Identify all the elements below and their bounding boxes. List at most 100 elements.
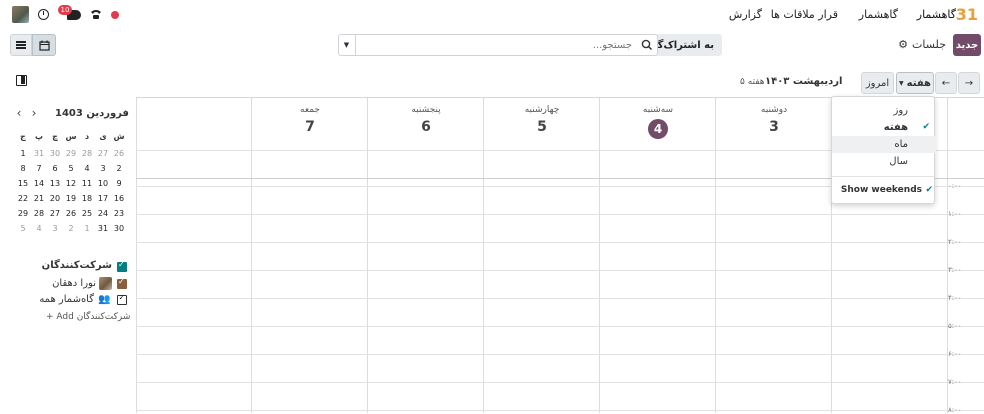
attendee-checkbox[interactable]: ✓	[117, 277, 127, 289]
mini-calendar-day[interactable]: 19	[63, 194, 79, 203]
time-slot-label: ۳:۰۰	[948, 266, 962, 274]
everybody-checkbox[interactable]: ✓	[117, 293, 127, 305]
search-options-toggle[interactable]: ▼	[338, 34, 356, 56]
day-header-name[interactable]: جمعه	[252, 105, 368, 115]
calendar-icon	[38, 40, 50, 51]
nav-item-reporting[interactable]: گزارش	[729, 8, 762, 21]
status-dot-icon	[111, 11, 119, 19]
mini-calendar-day[interactable]: 17	[95, 194, 111, 203]
mini-calendar-day[interactable]: 8	[15, 164, 31, 173]
list-view-button[interactable]	[10, 34, 32, 56]
mini-calendar-prev-button[interactable]: ‹	[13, 106, 25, 120]
day-header-name[interactable]: چهارشنبه	[484, 105, 600, 115]
day-header-name[interactable]: پنجشنبه	[368, 105, 484, 115]
day-header-name[interactable]: سه‌شنبه	[600, 105, 716, 115]
mini-calendar-weekday: ج	[20, 132, 26, 141]
mini-calendar-day[interactable]: 2	[63, 224, 79, 233]
mini-calendar-day[interactable]: 24	[95, 209, 111, 218]
user-avatar[interactable]	[12, 6, 29, 23]
gear-icon[interactable]: ⚙	[898, 38, 908, 51]
mini-calendar-weekday: س	[65, 132, 77, 141]
mini-calendar-day[interactable]: 30	[111, 224, 127, 233]
mini-calendar-day[interactable]: 25	[79, 209, 95, 218]
mini-calendar-day[interactable]: 26	[63, 209, 79, 218]
add-attendee-button[interactable]: + Add شرکت‌کنندگان	[46, 312, 130, 322]
mini-calendar-day[interactable]: 22	[15, 194, 31, 203]
mini-calendar-day[interactable]: 27	[47, 209, 63, 218]
new-button[interactable]: جدید	[953, 34, 981, 56]
mini-calendar-day[interactable]: 14	[31, 179, 47, 188]
day-header-number[interactable]: 7	[252, 119, 368, 135]
day-header-name[interactable]: دوشنبه	[716, 105, 832, 115]
mini-calendar-day[interactable]: 15	[15, 179, 31, 188]
mini-calendar-day[interactable]: 20	[47, 194, 63, 203]
today-button[interactable]: امروز	[861, 72, 894, 94]
mini-calendar-day[interactable]: 28	[31, 209, 47, 218]
mini-calendar-day[interactable]: 4	[79, 164, 95, 173]
dropdown-item-day[interactable]: روز	[832, 102, 936, 119]
mini-calendar-day[interactable]: 1	[15, 149, 31, 158]
mini-calendar-day[interactable]: 16	[111, 194, 127, 203]
scale-dropdown-button[interactable]: هفته ▼	[896, 72, 934, 94]
mini-calendar-day[interactable]: 3	[95, 164, 111, 173]
mini-calendar-day[interactable]: 11	[79, 179, 95, 188]
mini-calendar-day[interactable]: 5	[63, 164, 79, 173]
app-logo[interactable]: 31	[956, 5, 978, 24]
show-weekends-toggle[interactable]: ✔ Show weekends	[832, 182, 936, 199]
phone-icon[interactable]	[90, 8, 102, 20]
mini-calendar-day[interactable]: 10	[95, 179, 111, 188]
mini-calendar-day[interactable]: 31	[95, 224, 111, 233]
app-name[interactable]: گاهشمار	[917, 8, 956, 21]
mini-calendar-day[interactable]: 23	[111, 209, 127, 218]
day-header-number[interactable]: 3	[716, 119, 832, 135]
mini-calendar-day[interactable]: 29	[63, 149, 79, 158]
top-navbar: 31 گاهشمار گاهشمار قرار ملاقات ها گزارش …	[0, 0, 984, 30]
nav-item-calendar[interactable]: گاهشمار	[859, 8, 898, 21]
caret-down-icon: ▼	[899, 79, 904, 87]
mini-calendar-day[interactable]: 5	[15, 224, 31, 233]
day-header-number[interactable]: 4	[600, 119, 716, 139]
day-header-number[interactable]: 6	[368, 119, 484, 135]
day-header-number[interactable]: 5	[484, 119, 600, 135]
attendees-checkbox[interactable]: ✓	[117, 260, 127, 272]
mini-calendar-next-button[interactable]: ›	[28, 106, 40, 120]
clock-icon[interactable]	[38, 9, 49, 20]
mini-calendar-day[interactable]: 6	[47, 164, 63, 173]
time-slot-label: ۶:۰۰	[948, 350, 962, 358]
mini-calendar-day[interactable]: 18	[79, 194, 95, 203]
mini-calendar-day[interactable]: 1	[79, 224, 95, 233]
search-input[interactable]	[358, 34, 636, 56]
message-count-badge: 10	[58, 5, 72, 15]
mini-calendar-day[interactable]: 3	[47, 224, 63, 233]
time-slot-label: ۲:۰۰	[948, 238, 962, 246]
mini-calendar-day[interactable]: 9	[111, 179, 127, 188]
mini-calendar-day[interactable]: 13	[47, 179, 63, 188]
mini-calendar-day[interactable]: 12	[63, 179, 79, 188]
dropdown-item-month[interactable]: ماه	[832, 136, 936, 153]
grid-vertical-line	[251, 98, 252, 413]
mini-calendar-day[interactable]: 27	[95, 149, 111, 158]
mini-calendar-day[interactable]: 26	[111, 149, 127, 158]
mini-calendar-day[interactable]: 2	[111, 164, 127, 173]
mini-calendar-day[interactable]: 7	[31, 164, 47, 173]
nav-item-appointments[interactable]: قرار ملاقات ها	[771, 8, 838, 21]
grid-vertical-line	[715, 98, 716, 413]
mini-calendar-day[interactable]: 30	[47, 149, 63, 158]
mini-calendar-month-label: فروردین 1403	[55, 108, 129, 119]
arrow-right-icon: →	[964, 77, 974, 89]
dropdown-item-year[interactable]: سال	[832, 153, 936, 170]
calendar-view-button[interactable]	[32, 34, 56, 56]
hour-line	[136, 326, 984, 327]
next-button[interactable]: ←	[935, 72, 957, 94]
attendees-title: شرکت‌کنندگان	[41, 260, 112, 271]
sidebar-toggle-icon[interactable]	[16, 75, 27, 86]
mini-calendar-day[interactable]: 29	[15, 209, 31, 218]
mini-calendar-day[interactable]: 31	[31, 149, 47, 158]
mini-calendar-day[interactable]: 28	[79, 149, 95, 158]
dropdown-item-week[interactable]: ✔ هفته	[832, 119, 936, 136]
previous-button[interactable]: →	[958, 72, 980, 94]
mini-calendar-day[interactable]: 4	[31, 224, 47, 233]
breadcrumb: ⚙ جلسات	[898, 38, 946, 51]
mini-calendar-day[interactable]: 21	[31, 194, 47, 203]
search-icon[interactable]	[640, 38, 654, 52]
